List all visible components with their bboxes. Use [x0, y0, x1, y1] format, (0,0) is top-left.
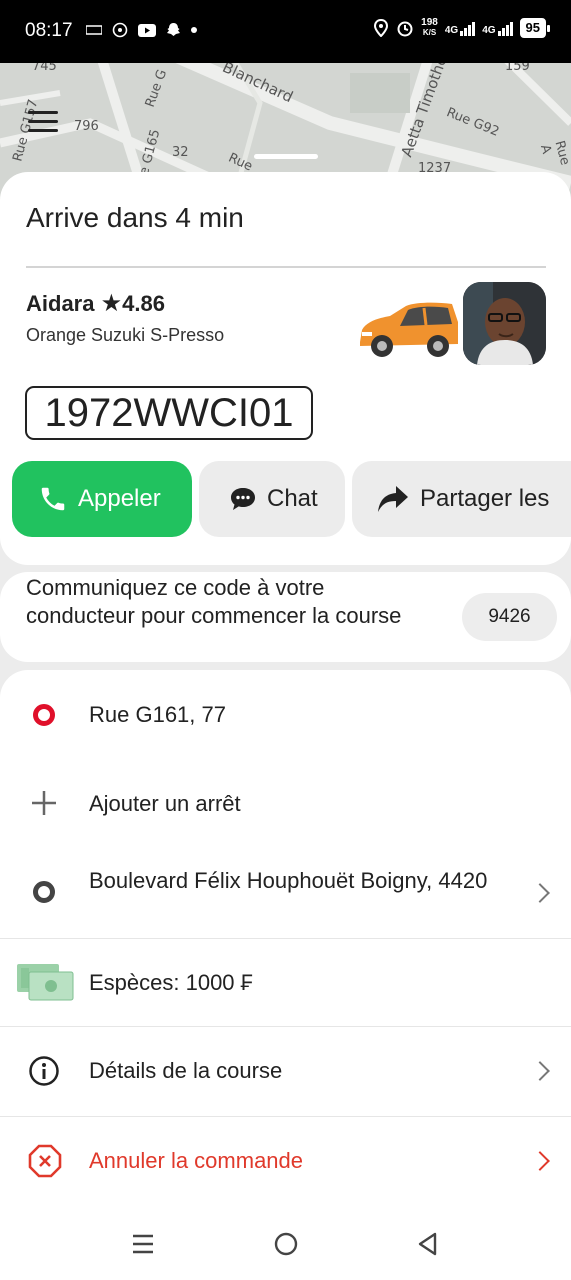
cancel-order-row[interactable]: Annuler la commande	[0, 1116, 571, 1206]
chat-icon	[231, 488, 255, 510]
share-label: Partager les	[420, 485, 550, 512]
payment-row[interactable]: Espèces: 1000 ₣	[0, 938, 571, 1026]
status-bar: 08:17 198 K/S 4G 4G 95	[0, 0, 571, 63]
action-buttons: Appeler Chat Partager les	[12, 461, 571, 537]
menu-icon[interactable]	[28, 111, 58, 135]
system-icons: 198 K/S 4G 4G 95	[373, 17, 551, 38]
destination-address: Boulevard Félix Houphouët Boigny, 4420	[89, 868, 488, 893]
destination-dot-icon	[33, 881, 55, 903]
add-stop-label: Ajouter un arrêt	[89, 791, 241, 816]
more-notifications-dot	[191, 27, 197, 33]
chevron-right-icon	[530, 1061, 550, 1081]
chat-button[interactable]: Chat	[199, 461, 345, 537]
driver-name-rating: Aidara ★4.86	[26, 289, 165, 318]
home-icon[interactable]	[273, 1231, 299, 1257]
status-time: 08:17	[25, 20, 73, 41]
arrival-title: Arrive dans 4 min	[26, 202, 244, 233]
cancel-order-label: Annuler la commande	[89, 1148, 304, 1173]
pickup-address: Rue G161, 77	[89, 702, 226, 727]
driver-rating: 4.86	[122, 291, 165, 316]
cash-icon	[17, 964, 74, 1001]
pin-code-value: 9426	[462, 593, 557, 641]
call-button[interactable]: Appeler	[12, 461, 192, 537]
add-stop-row[interactable]: Ajouter un arrêt	[0, 758, 571, 848]
chat-label: Chat	[267, 485, 318, 512]
divider	[26, 266, 546, 268]
pin-code-card: Communiquez ce code à votre conducteur p…	[0, 572, 571, 662]
share-button[interactable]: Partager les	[352, 461, 571, 537]
destination-row[interactable]: Boulevard Félix Houphouët Boigny, 4420	[0, 848, 571, 938]
back-icon[interactable]	[416, 1231, 438, 1257]
info-icon	[29, 1056, 59, 1086]
location-icon	[374, 19, 389, 37]
ride-details-row[interactable]: Détails de la course	[0, 1026, 571, 1116]
pin-code-message: Communiquez ce code à votre conducteur p…	[26, 575, 402, 628]
ride-info-sheet: Arrive dans 4 min Aidara ★4.86 Orange Su…	[0, 172, 571, 565]
notification-app-icon	[86, 25, 102, 35]
sheet-drag-handle[interactable]	[254, 154, 318, 159]
system-navigation-bar	[0, 1215, 571, 1280]
route-card: Rue G161, 77 Ajouter un arrêt Boulevard …	[0, 670, 571, 1215]
car-description: Orange Suzuki S-Presso	[26, 325, 225, 345]
star-icon: ★	[100, 290, 123, 317]
driver-avatar[interactable]	[463, 282, 546, 365]
recent-apps-icon[interactable]	[131, 1232, 155, 1256]
notification-icons	[86, 22, 197, 38]
plus-icon	[32, 791, 56, 815]
phone-icon	[41, 487, 65, 511]
sim2-signal: 4G	[482, 20, 513, 36]
payment-label: Espèces: 1000 ₣	[89, 970, 253, 995]
chevron-right-icon	[530, 1151, 550, 1171]
battery-indicator: 95	[519, 18, 551, 38]
pickup-dot-icon	[33, 704, 55, 726]
whatsapp-icon	[112, 22, 128, 38]
sim1-signal: 4G	[445, 20, 476, 36]
alarm-icon	[397, 21, 413, 37]
network-speed: 198 K/S	[421, 17, 438, 38]
license-plate: 1972WWCI01	[25, 386, 313, 440]
pickup-row[interactable]: Rue G161, 77	[0, 670, 571, 758]
snapchat-icon	[167, 23, 180, 36]
share-icon	[378, 486, 408, 512]
chevron-right-icon	[530, 883, 550, 903]
cancel-icon	[28, 1144, 62, 1178]
driver-name: Aidara	[26, 291, 95, 316]
ride-details-label: Détails de la course	[89, 1058, 283, 1083]
youtube-icon	[138, 23, 156, 37]
call-label: Appeler	[78, 485, 161, 512]
car-image	[360, 302, 458, 357]
